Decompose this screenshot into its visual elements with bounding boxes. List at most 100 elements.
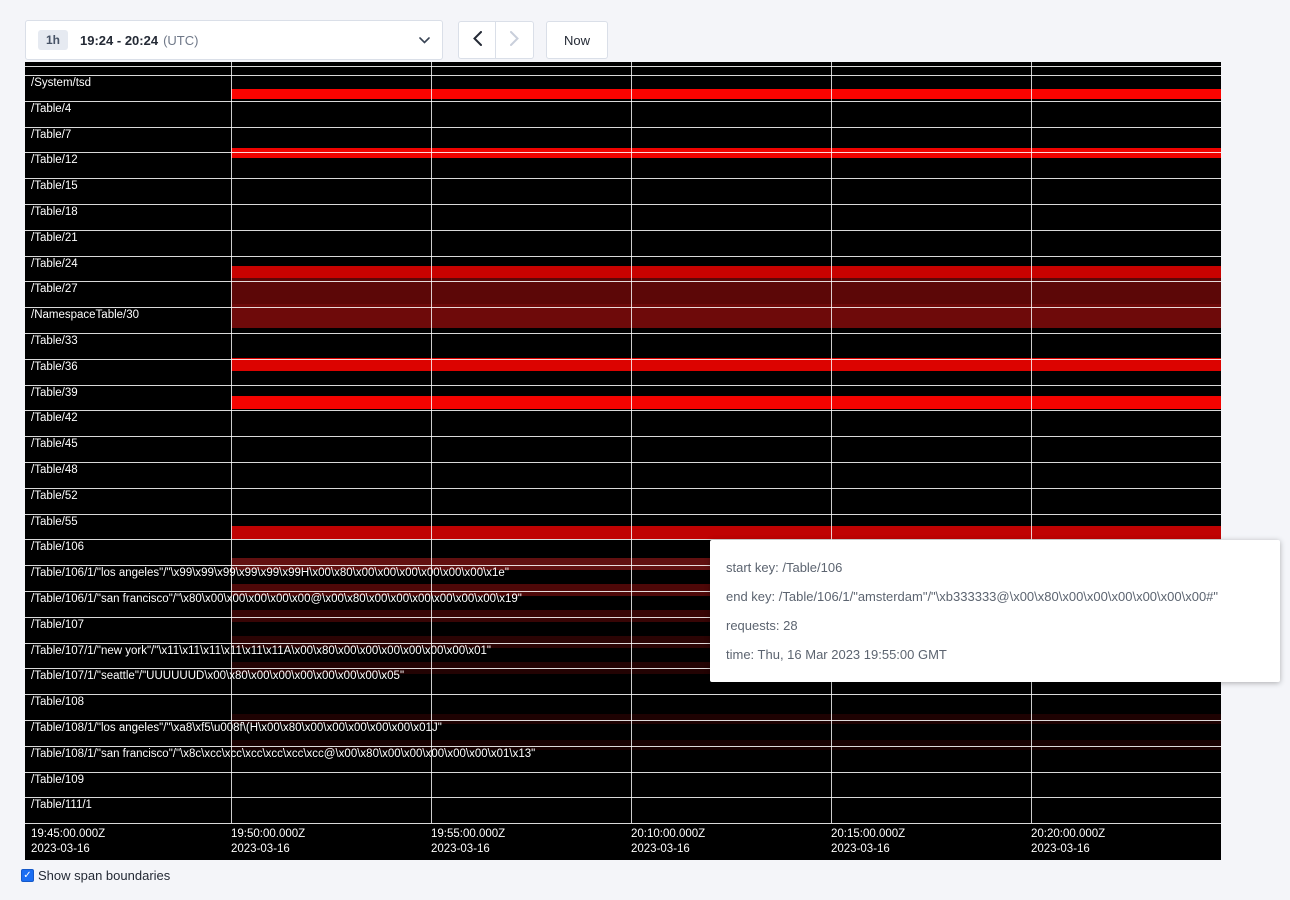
span-boundary-line [25,694,1221,695]
span-key-label: /Table/107/1/"new york"/"\x11\x11\x11\x1… [31,645,491,657]
span-key-label: /Table/108/1/"los angeles"/"\xa8\xf5\u00… [31,722,442,734]
heat-band[interactable] [231,148,1221,158]
axis-line [25,823,1221,824]
range-duration-badge: 1h [38,30,68,50]
gridline-vertical [831,62,832,823]
span-boundary-line [25,101,1221,102]
range-text: 19:24 - 20:24 [80,33,158,48]
span-boundary-line [25,75,1221,76]
show-span-boundaries-checkbox[interactable]: ✓ [21,869,34,882]
span-boundary-line [25,66,1221,67]
tooltip-requests: requests: 28 [726,618,1264,633]
gridline-vertical [1031,62,1032,823]
time-tick-label: 19:50:00.000Z2023-03-16 [231,827,305,857]
span-key-label: /Table/18 [31,206,78,218]
span-key-label: /Table/52 [31,490,78,502]
span-key-label: /Table/7 [31,129,71,141]
span-boundary-line [25,772,1221,773]
span-key-label: /Table/106/1/"san francisco"/"\x80\x00\x… [31,593,522,605]
span-boundary-line [25,797,1221,798]
now-button[interactable]: Now [546,21,608,59]
tick-time: 20:15:00.000Z [831,827,905,842]
tick-time: 19:45:00.000Z [31,827,105,842]
span-boundary-line [25,514,1221,515]
span-key-label: /Table/107 [31,619,84,631]
span-boundary-line [25,488,1221,489]
span-key-label: /Table/39 [31,387,78,399]
range-timezone: (UTC) [163,33,198,48]
tick-date: 2023-03-16 [631,842,705,857]
heat-band[interactable] [231,266,1221,278]
tick-date: 2023-03-16 [431,842,505,857]
span-boundary-line [25,385,1221,386]
span-key-label: /Table/107/1/"seattle"/"UUUUUUD\x00\x80\… [31,670,404,682]
span-key-label: /Table/106 [31,541,84,553]
gridline-vertical [431,62,432,823]
span-key-label: /NamespaceTable/30 [31,309,139,321]
chevron-right-icon [510,31,519,49]
tick-date: 2023-03-16 [831,842,905,857]
span-key-label: /Table/108/1/"san francisco"/"\x8c\xcc\x… [31,748,535,760]
time-tick-label: 19:45:00.000Z2023-03-16 [31,827,105,857]
span-boundary-line [25,307,1221,308]
tick-time: 19:55:00.000Z [431,827,505,842]
next-range-button[interactable] [496,21,534,59]
heat-band[interactable] [231,89,1221,99]
span-key-label: /System/tsd [31,77,91,89]
span-boundary-line [25,410,1221,411]
span-boundary-line [25,436,1221,437]
tick-time: 20:10:00.000Z [631,827,705,842]
show-span-boundaries-label[interactable]: Show span boundaries [38,868,170,883]
span-key-label: /Table/109 [31,774,84,786]
span-key-label: /Table/33 [31,335,78,347]
tick-date: 2023-03-16 [31,842,105,857]
time-range-selector[interactable]: 1h 19:24 - 20:24 (UTC) [25,20,443,60]
gridline-vertical [631,62,632,823]
span-boundary-line [25,204,1221,205]
chevron-left-icon [473,31,482,49]
tooltip-start-key: start key: /Table/106 [726,560,1264,575]
span-boundary-line [25,281,1221,282]
span-key-label: /Table/4 [31,103,71,115]
tooltip-time: time: Thu, 16 Mar 2023 19:55:00 GMT [726,647,1264,662]
chevron-down-icon [419,37,430,44]
gridline-vertical [231,62,232,823]
span-key-label: /Table/12 [31,154,78,166]
span-boundary-line [25,178,1221,179]
time-tick-label: 19:55:00.000Z2023-03-16 [431,827,505,857]
span-key-label: /Table/15 [31,180,78,192]
span-boundaries-control: ✓ Show span boundaries [21,868,170,883]
tooltip-end-key: end key: /Table/106/1/"amsterdam"/"\xb33… [726,589,1264,604]
time-tick-label: 20:20:00.000Z2023-03-16 [1031,827,1105,857]
heat-band[interactable] [231,396,1221,409]
tick-time: 19:50:00.000Z [231,827,305,842]
tick-time: 20:20:00.000Z [1031,827,1105,842]
prev-range-button[interactable] [458,21,496,59]
span-boundary-line [25,720,1221,721]
tick-date: 2023-03-16 [1031,842,1105,857]
span-key-label: /Table/21 [31,232,78,244]
span-key-label: /Table/108 [31,696,84,708]
span-key-label: /Table/42 [31,412,78,424]
span-boundary-line [25,462,1221,463]
span-key-label: /Table/55 [31,516,78,528]
span-key-label: /Table/24 [31,258,78,270]
time-tick-label: 20:10:00.000Z2023-03-16 [631,827,705,857]
span-key-label: /Table/36 [31,361,78,373]
span-boundary-line [25,746,1221,747]
span-key-label: /Table/45 [31,438,78,450]
span-key-label: /Table/27 [31,283,78,295]
span-key-label: /Table/111/1 [31,799,92,811]
tick-date: 2023-03-16 [231,842,305,857]
span-boundary-line [25,127,1221,128]
time-nav-group [458,21,534,59]
time-tick-label: 20:15:00.000Z2023-03-16 [831,827,905,857]
span-boundary-line [25,333,1221,334]
span-key-label: /Table/48 [31,464,78,476]
span-boundary-line [25,152,1221,153]
heat-band[interactable] [231,526,1221,539]
span-key-label: /Table/106/1/"los angeles"/"\x99\x99\x99… [31,567,509,579]
hover-tooltip: start key: /Table/106 end key: /Table/10… [710,540,1280,682]
heatmap-canvas[interactable]: /System/tsd/Table/4/Table/7/Table/12/Tab… [25,62,1221,860]
span-boundary-line [25,230,1221,231]
